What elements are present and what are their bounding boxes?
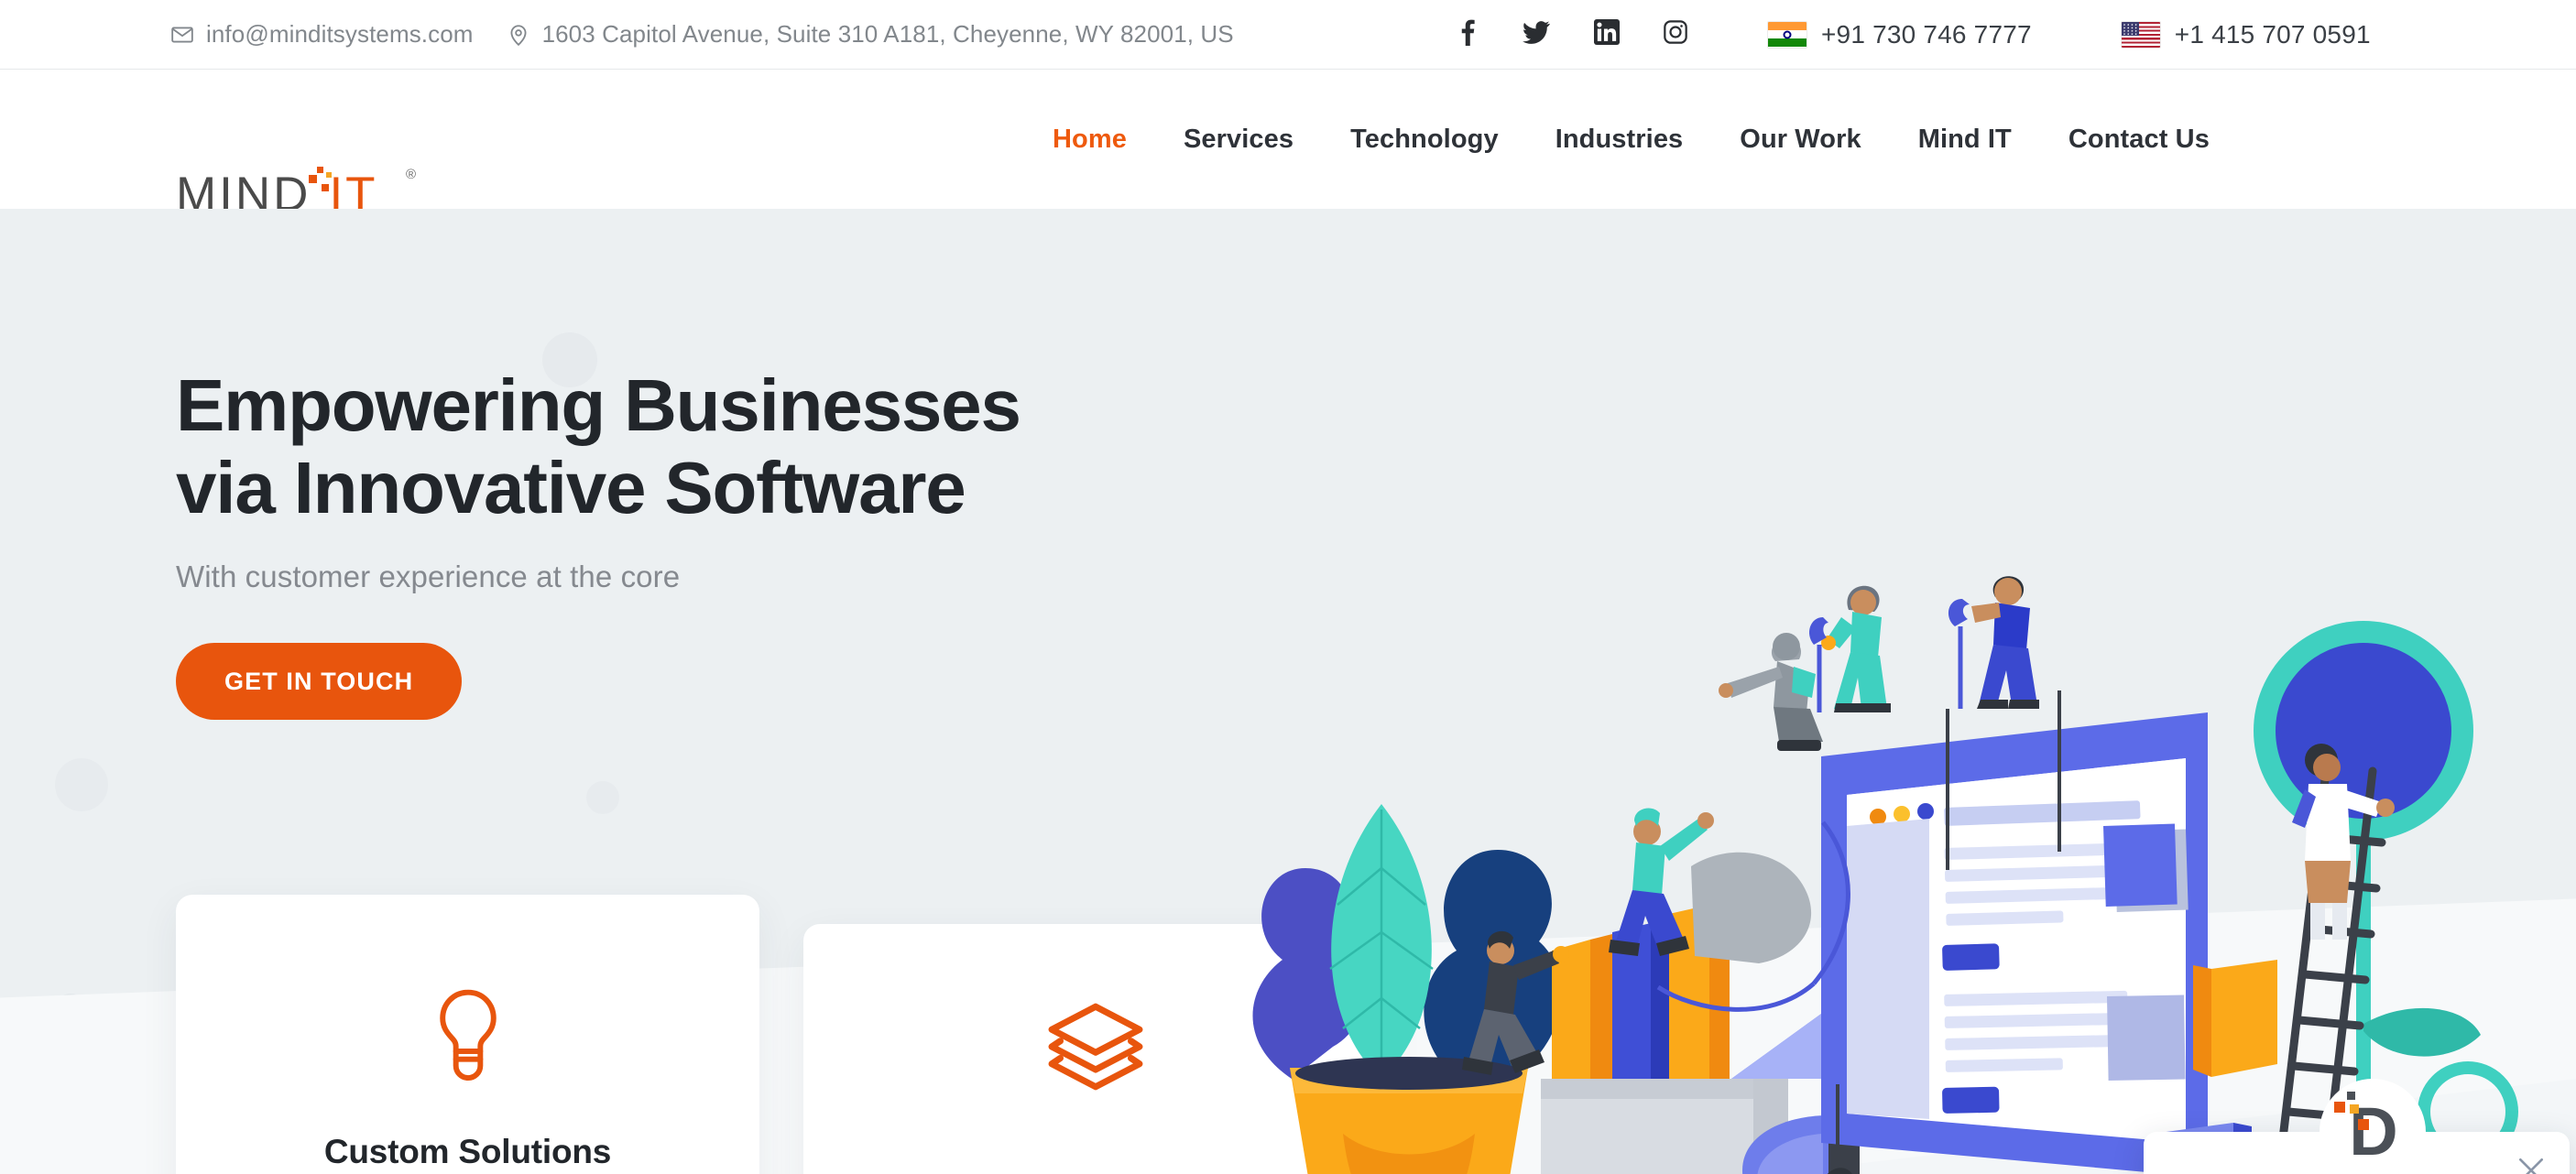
decorative-circle xyxy=(586,781,619,814)
close-icon[interactable] xyxy=(2513,1152,2549,1174)
phone-usa-number: +1 415 707 0591 xyxy=(2174,19,2371,49)
feature-card-title: Custom Solutions xyxy=(323,1133,612,1170)
logo-registered-mark: ® xyxy=(405,167,416,182)
chat-avatar-pixels-icon xyxy=(2334,1092,2376,1130)
india-flag-icon xyxy=(1768,21,1806,48)
topbar-address-text: 1603 Capitol Avenue, Suite 310 A181, Che… xyxy=(541,20,1234,48)
twitter-icon[interactable] xyxy=(1522,18,1551,50)
phone-india-number: +91 730 746 7777 xyxy=(1821,19,2032,49)
facebook-icon[interactable] xyxy=(1457,18,1479,50)
nav-item-industries[interactable]: Industries xyxy=(1527,125,1712,155)
phone-usa[interactable]: +1 415 707 0591 xyxy=(2121,19,2371,49)
get-in-touch-button[interactable]: GET IN TOUCH xyxy=(176,643,463,721)
nav-item-technology[interactable]: Technology xyxy=(1322,125,1527,155)
primary-navigation: Home Services Technology Industries Our … xyxy=(1024,70,2238,209)
decorative-circle xyxy=(55,758,108,811)
hero-section: Empowering Businesses via Innovative Sof… xyxy=(0,209,2576,1174)
hero-heading-line-1: Empowering Businesses xyxy=(176,364,1021,446)
linkedin-icon[interactable] xyxy=(1594,19,1620,49)
envelope-icon xyxy=(170,23,194,47)
nav-item-mind-it[interactable]: Mind IT xyxy=(1890,125,2040,155)
nav-item-contact-us[interactable]: Contact Us xyxy=(2040,125,2238,155)
topbar-contact-group: info@minditsystems.com 1603 Capitol Aven… xyxy=(170,20,1234,49)
chat-widget[interactable]: D Got any questions? I'm happy to help. xyxy=(2144,1079,2570,1174)
top-utility-bar: info@minditsystems.com 1603 Capitol Aven… xyxy=(0,0,2576,70)
figure-climber-grey xyxy=(1719,633,1823,751)
lightbulb-icon xyxy=(429,989,508,1085)
main-navbar: MIND IT ® SYSTEMS Your Reliable Technica… xyxy=(0,70,2576,288)
layers-stack-icon xyxy=(1045,1001,1146,1097)
hero-heading: Empowering Businesses via Innovative Sof… xyxy=(176,364,1229,528)
hero-illustration xyxy=(1182,438,2576,1174)
hero-heading-line-2: via Innovative Software xyxy=(176,446,966,528)
feature-card-custom-solutions[interactable]: Custom Solutions xyxy=(176,895,759,1174)
usa-flag-icon xyxy=(2121,21,2160,48)
instagram-icon[interactable] xyxy=(1663,19,1688,49)
topbar-address[interactable]: 1603 Capitol Avenue, Suite 310 A181, Che… xyxy=(507,20,1234,49)
nav-item-our-work[interactable]: Our Work xyxy=(1711,125,1889,155)
topbar-email-text: info@minditsystems.com xyxy=(206,20,474,48)
hero-copy: Empowering Businesses via Innovative Sof… xyxy=(176,364,1229,721)
phone-india[interactable]: +91 730 746 7777 xyxy=(1768,20,2032,49)
topbar-email[interactable]: info@minditsystems.com xyxy=(170,20,474,49)
nav-item-services[interactable]: Services xyxy=(1155,125,1322,155)
logo-pixel-dots-icon xyxy=(304,167,341,192)
phone-numbers: +91 730 746 7777 +1 415 707 0591 xyxy=(1768,20,2371,49)
chat-avatar: D xyxy=(2319,1079,2426,1174)
social-links xyxy=(1457,18,1688,50)
figure-worker-blue xyxy=(1948,576,2039,709)
nav-item-home[interactable]: Home xyxy=(1024,125,1155,155)
hero-subheading: With customer experience at the core xyxy=(176,560,681,594)
figure-worker-teal xyxy=(1809,585,1891,712)
homepage: info@minditsystems.com 1603 Capitol Aven… xyxy=(0,0,2576,1174)
location-pin-icon xyxy=(507,23,530,47)
